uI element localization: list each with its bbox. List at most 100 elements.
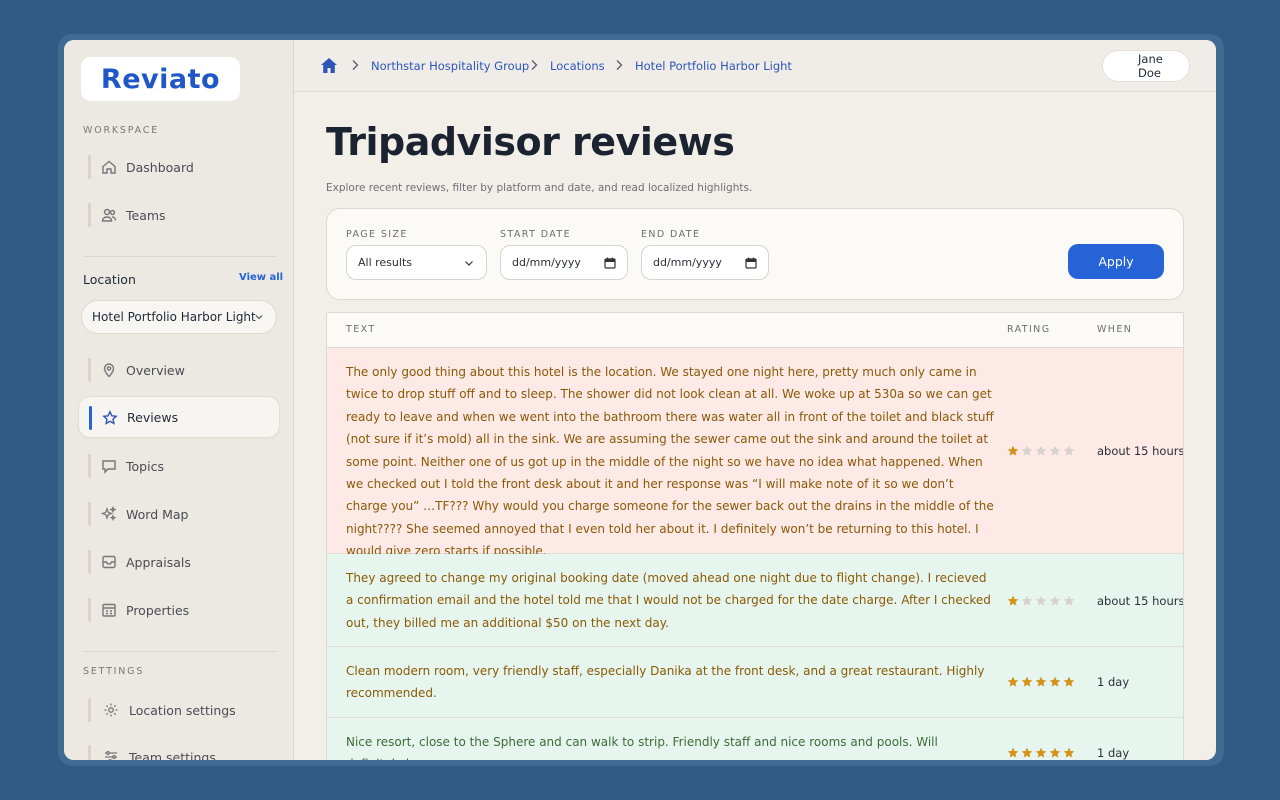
breadcrumb-item-current-location[interactable]: Hotel Portfolio Harbor Light <box>635 59 792 73</box>
sidebar-item-label: Team settings <box>129 749 216 761</box>
table-row[interactable]: The only good thing about this hotel is … <box>327 348 1184 558</box>
nav-indicator <box>88 598 91 622</box>
page-size-label: PAGE SIZE <box>346 229 408 240</box>
page-title: Tripadvisor reviews <box>326 120 735 164</box>
sidebar-item-label: Teams <box>126 207 166 223</box>
location-select[interactable]: Hotel Portfolio Harbor Light <box>81 300 277 334</box>
building-icon <box>102 603 116 617</box>
star-rating <box>1007 676 1075 688</box>
star-rating <box>1007 445 1075 457</box>
sidebar-item-appraisals[interactable]: Appraisals <box>78 541 280 583</box>
nav-indicator <box>88 698 91 722</box>
top-bar: Northstar Hospitality Group Locations Ho… <box>294 40 1216 92</box>
star-filled-icon <box>1035 676 1047 687</box>
filter-panel: PAGE SIZE All results START DATE dd/mm/y… <box>326 208 1184 300</box>
star-filled-icon <box>1021 747 1033 758</box>
sidebar-item-reviews[interactable]: Reviews <box>78 396 280 438</box>
column-header-when[interactable]: WHEN <box>1097 324 1132 335</box>
sidebar-divider <box>83 256 277 257</box>
chevron-right-icon <box>531 60 538 70</box>
sidebar-item-overview[interactable]: Overview <box>78 349 280 391</box>
home-icon[interactable] <box>320 57 338 74</box>
logo[interactable]: Reviato <box>81 57 240 101</box>
star-filled-icon <box>1049 676 1061 687</box>
chat-bubble-icon <box>102 460 116 474</box>
sidebar-item-dashboard[interactable]: Dashboard <box>78 146 280 188</box>
chevron-down-icon <box>465 261 473 266</box>
calendar-icon[interactable] <box>604 257 616 269</box>
star-empty-icon <box>1035 445 1047 456</box>
sidebar-item-properties[interactable]: Properties <box>78 589 280 631</box>
breadcrumb-item-organization[interactable]: Northstar Hospitality Group <box>371 59 529 73</box>
review-text: Nice resort, close to the Sphere and can… <box>346 735 938 760</box>
calendar-icon[interactable] <box>745 257 757 269</box>
sidebar: Reviato WORKSPACE Dashboard Teams Locati… <box>64 40 294 760</box>
sidebar-item-teams[interactable]: Teams <box>78 194 280 236</box>
main-content: Northstar Hospitality Group Locations Ho… <box>294 40 1216 760</box>
sparkles-icon <box>101 506 117 522</box>
review-time: about 15 hours <box>1097 444 1184 458</box>
nav-indicator <box>88 454 91 478</box>
star-filled-icon <box>1063 676 1075 687</box>
column-header-rating[interactable]: RATING <box>1007 324 1050 335</box>
chevron-right-icon <box>616 60 623 70</box>
user-menu-button[interactable]: Jane Doe <box>1102 50 1190 82</box>
star-empty-icon <box>1021 445 1033 456</box>
review-text: Clean modern room, very friendly staff, … <box>346 664 985 701</box>
star-filled-icon <box>1007 445 1019 456</box>
sidebar-item-topics[interactable]: Topics <box>78 445 280 487</box>
review-time: 1 day <box>1097 675 1130 689</box>
user-name: Jane Doe <box>1138 52 1163 80</box>
sidebar-item-location-settings[interactable]: Location settings <box>78 689 280 731</box>
star-filled-icon <box>1007 747 1019 758</box>
start-date-input[interactable]: dd/mm/yyyy <box>500 245 628 280</box>
sidebar-item-word-map[interactable]: Word Map <box>78 493 280 535</box>
review-time: 1 day <box>1097 746 1130 760</box>
end-date-input[interactable]: dd/mm/yyyy <box>641 245 769 280</box>
chevron-down-icon <box>255 315 263 320</box>
nav-indicator <box>88 550 91 574</box>
workspace-section-label: WORKSPACE <box>83 125 160 136</box>
table-row[interactable]: Clean modern room, very friendly staff, … <box>327 647 1183 718</box>
star-icon <box>102 410 118 425</box>
review-text: The only good thing about this hotel is … <box>346 365 994 559</box>
view-all-link[interactable]: View all <box>239 272 283 283</box>
location-select-value: Hotel Portfolio Harbor Light <box>92 310 256 324</box>
review-text: They agreed to change my original bookin… <box>346 571 991 630</box>
page-size-select[interactable]: All results <box>346 245 487 280</box>
sidebar-divider <box>83 651 277 652</box>
table-row[interactable]: Nice resort, close to the Sphere and can… <box>327 718 1183 760</box>
map-pin-icon <box>103 363 115 378</box>
sliders-icon <box>105 751 117 760</box>
nav-indicator <box>89 406 92 430</box>
end-date-value: dd/mm/yyyy <box>653 256 722 269</box>
column-header-text[interactable]: TEXT <box>346 324 376 335</box>
sidebar-item-team-settings[interactable]: Team settings <box>78 736 280 760</box>
sidebar-item-label: Appraisals <box>126 554 191 570</box>
logo-text: Reviato <box>100 63 221 95</box>
inbox-icon <box>102 555 116 569</box>
star-filled-icon <box>1007 595 1019 606</box>
sidebar-item-label: Overview <box>126 362 185 378</box>
apply-button[interactable]: Apply <box>1068 244 1164 279</box>
star-rating <box>1007 747 1075 759</box>
star-empty-icon <box>1063 445 1075 456</box>
table-row[interactable]: They agreed to change my original bookin… <box>327 554 1183 647</box>
sidebar-item-label: Properties <box>126 602 190 618</box>
nav-indicator <box>88 745 91 760</box>
sidebar-item-label: Reviews <box>127 409 179 425</box>
page-size-value: All results <box>358 256 412 269</box>
sidebar-item-label: Dashboard <box>126 159 194 175</box>
chevron-right-icon <box>352 60 359 70</box>
breadcrumb-item-locations[interactable]: Locations <box>550 59 605 73</box>
star-filled-icon <box>1021 676 1033 687</box>
reviews-table: TEXT RATING WHEN The only good thing abo… <box>326 312 1184 760</box>
star-empty-icon <box>1049 595 1061 606</box>
star-filled-icon <box>1035 747 1047 758</box>
settings-section-label: SETTINGS <box>83 666 145 677</box>
nav-indicator <box>88 358 91 382</box>
nav-indicator <box>88 502 91 526</box>
star-empty-icon <box>1021 595 1033 606</box>
star-empty-icon <box>1063 595 1075 606</box>
page-subtitle: Explore recent reviews, filter by platfo… <box>326 182 753 194</box>
